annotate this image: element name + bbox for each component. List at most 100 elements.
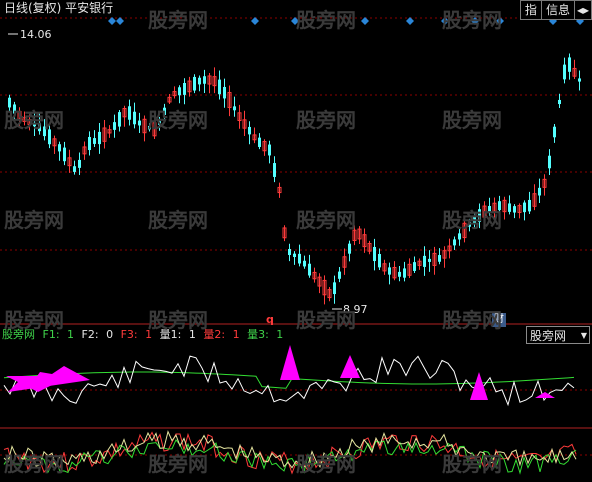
vol2-value: 1 bbox=[232, 328, 240, 341]
candle-body bbox=[373, 246, 376, 262]
candle-body bbox=[113, 122, 116, 130]
candle-body bbox=[178, 87, 181, 96]
low-price-label: 8.97 bbox=[343, 303, 368, 316]
candle-body bbox=[563, 64, 566, 80]
signal-diamond-icon bbox=[406, 17, 414, 25]
candle-body bbox=[43, 126, 46, 137]
candle-body bbox=[88, 136, 91, 151]
candle-body bbox=[63, 147, 66, 162]
signal-diamond-icon bbox=[441, 17, 449, 25]
candle-body bbox=[118, 112, 121, 127]
candle-body bbox=[403, 268, 406, 278]
candle-body bbox=[523, 202, 526, 213]
chart-window[interactable]: 日线(复权) 平安银行 指 信息 ◂▸ 14.06 8.97 q 财 股旁网 F… bbox=[0, 0, 592, 482]
candle-body bbox=[473, 216, 476, 224]
indicator-magenta-fill bbox=[340, 355, 360, 378]
candle-body bbox=[453, 239, 456, 246]
indicator-f3: F3: 1 bbox=[121, 328, 153, 341]
signal-diamond-icon bbox=[471, 17, 479, 25]
high-price-label: 14.06 bbox=[20, 28, 52, 41]
candle-body bbox=[488, 205, 491, 213]
indicator-vol2: 量2: 1 bbox=[203, 328, 239, 341]
candle-body bbox=[223, 86, 226, 99]
candle-body bbox=[128, 106, 131, 120]
indicator-f2: F2: 0 bbox=[82, 328, 114, 341]
candle-body bbox=[133, 111, 136, 125]
candle-body bbox=[388, 267, 391, 275]
candle-body bbox=[198, 77, 201, 85]
candle-body bbox=[553, 126, 556, 138]
candle-body bbox=[338, 271, 341, 279]
candle-body bbox=[468, 222, 471, 227]
candle-body bbox=[423, 255, 426, 267]
candle-body bbox=[268, 144, 271, 156]
candle-body bbox=[398, 271, 401, 277]
candle-body bbox=[158, 121, 161, 125]
tab-index[interactable]: 指 bbox=[519, 0, 542, 20]
f3-value: 1 bbox=[145, 328, 153, 341]
candle-body bbox=[233, 106, 236, 111]
indicator-vol3: 量3: 1 bbox=[247, 328, 283, 341]
f2-label: F2: bbox=[81, 328, 99, 341]
signal-diamond-icon bbox=[251, 17, 259, 25]
signal-diamond-icon bbox=[496, 17, 504, 25]
candle-body bbox=[293, 253, 296, 257]
signal-diamond-icon bbox=[108, 17, 116, 25]
candle-body bbox=[413, 262, 416, 271]
candlestick-chart[interactable] bbox=[0, 0, 592, 482]
candle-body bbox=[458, 233, 461, 240]
cai-marker[interactable]: 财 bbox=[492, 313, 506, 327]
chart-title: 日线(复权) 平安银行 bbox=[4, 1, 114, 15]
indicator-magenta-fill bbox=[535, 392, 555, 398]
volume-line-yellow bbox=[3, 430, 577, 469]
candle-body bbox=[308, 263, 311, 276]
candle-body bbox=[508, 203, 511, 212]
candle-body bbox=[513, 206, 516, 213]
candle-body bbox=[163, 107, 166, 115]
candle-body bbox=[8, 97, 11, 108]
vol3-value: 1 bbox=[276, 328, 284, 341]
candle-body bbox=[303, 260, 306, 267]
indicator-select[interactable]: 股旁网 ▼ bbox=[526, 326, 590, 344]
candle-body bbox=[288, 248, 291, 256]
candle-body bbox=[578, 78, 581, 82]
candle-body bbox=[138, 120, 141, 126]
q-marker: q bbox=[266, 313, 274, 326]
candle-body bbox=[48, 129, 51, 145]
volume-line-red bbox=[3, 431, 577, 475]
f2-value: 0 bbox=[106, 328, 114, 341]
candle-body bbox=[203, 76, 206, 84]
right-tabs: 指 信息 ◂▸ bbox=[519, 0, 592, 20]
candle-body bbox=[58, 144, 61, 152]
candle-body bbox=[148, 125, 151, 130]
indicator-f1: F1: 1 bbox=[43, 328, 75, 341]
candle-body bbox=[33, 122, 36, 127]
vol1-value: 1 bbox=[188, 328, 196, 341]
candle-body bbox=[218, 79, 221, 95]
candle-body bbox=[98, 131, 101, 145]
candle-body bbox=[193, 76, 196, 91]
candle-body bbox=[528, 199, 531, 212]
indicator-select-value: 股旁网 bbox=[530, 329, 567, 343]
chevron-down-icon: ▼ bbox=[580, 331, 587, 340]
candle-body bbox=[73, 166, 76, 172]
signal-diamond-icon bbox=[116, 17, 124, 25]
f1-value: 1 bbox=[67, 328, 75, 341]
tab-info[interactable]: 信息 bbox=[540, 0, 575, 20]
candle-body bbox=[558, 99, 561, 105]
candle-body bbox=[348, 243, 351, 254]
candle-body bbox=[93, 138, 96, 144]
nav-arrows-icon[interactable]: ◂▸ bbox=[573, 0, 592, 20]
indicator-name: 股旁网 bbox=[2, 328, 35, 341]
signal-diamond-icon bbox=[361, 17, 369, 25]
candle-body bbox=[13, 104, 16, 114]
vol1-label: 量1: bbox=[159, 328, 182, 341]
candle-body bbox=[183, 83, 186, 95]
signal-diamond-icon bbox=[291, 17, 299, 25]
indicator-legend: 股旁网 F1: 1 F2: 0 F3: 1 量1: 1 量2: 1 量3: 1 bbox=[2, 328, 287, 342]
candle-body bbox=[498, 201, 501, 211]
candle-body bbox=[378, 253, 381, 268]
indicator-magenta-fill bbox=[280, 345, 300, 380]
candle-body bbox=[38, 122, 41, 132]
candle-body bbox=[478, 209, 481, 223]
